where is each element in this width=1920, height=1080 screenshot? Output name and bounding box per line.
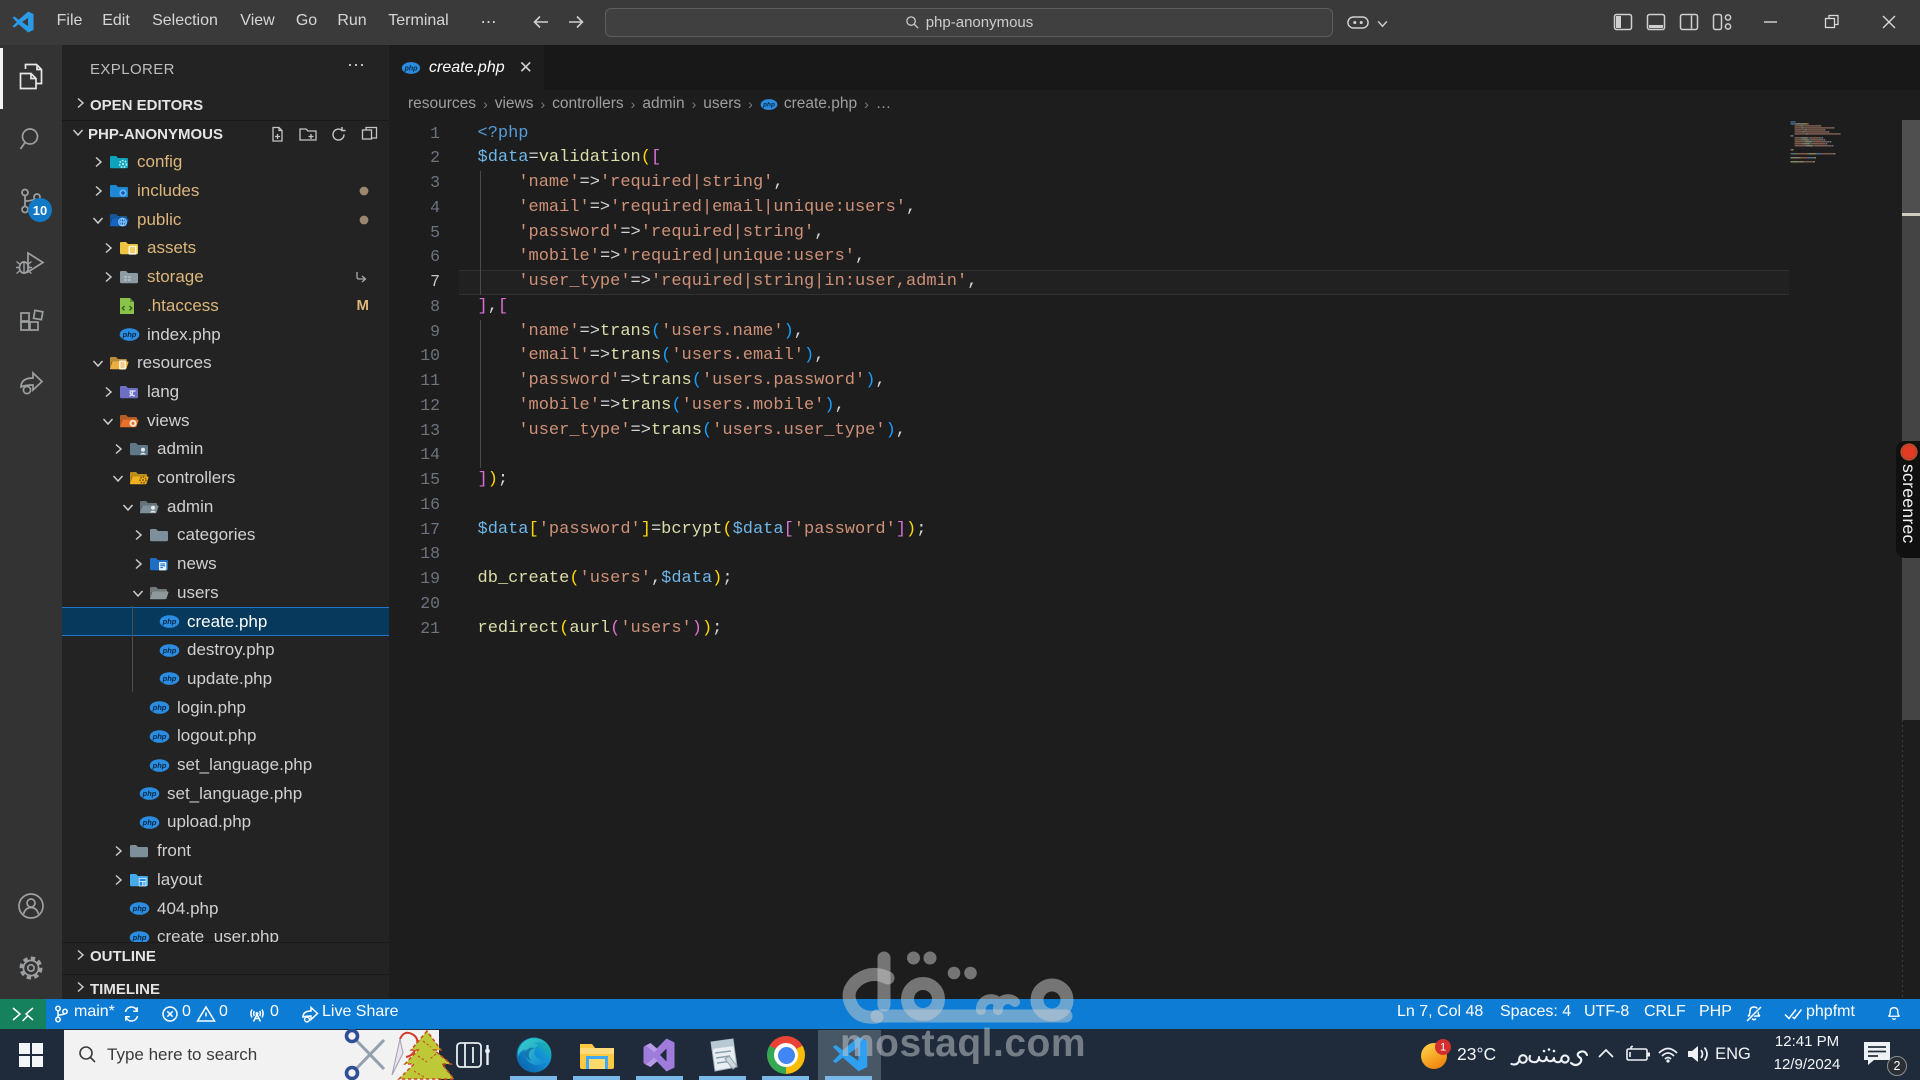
- svg-text:php: php: [142, 818, 157, 827]
- svg-text:php: php: [142, 789, 157, 798]
- svg-text:php: php: [162, 646, 177, 655]
- svg-text:php: php: [132, 933, 147, 942]
- svg-text:php: php: [762, 101, 775, 108]
- svg-text:php: php: [122, 330, 137, 339]
- svg-text:php: php: [132, 904, 147, 913]
- svg-text:php: php: [162, 617, 177, 626]
- svg-text:php: php: [162, 674, 177, 683]
- svg-text:php: php: [404, 65, 419, 72]
- svg-text:1: 1: [1440, 1042, 1446, 1054]
- svg-text:php: php: [152, 732, 167, 741]
- svg-text:php: php: [152, 761, 167, 770]
- svg-text:php: php: [152, 703, 167, 712]
